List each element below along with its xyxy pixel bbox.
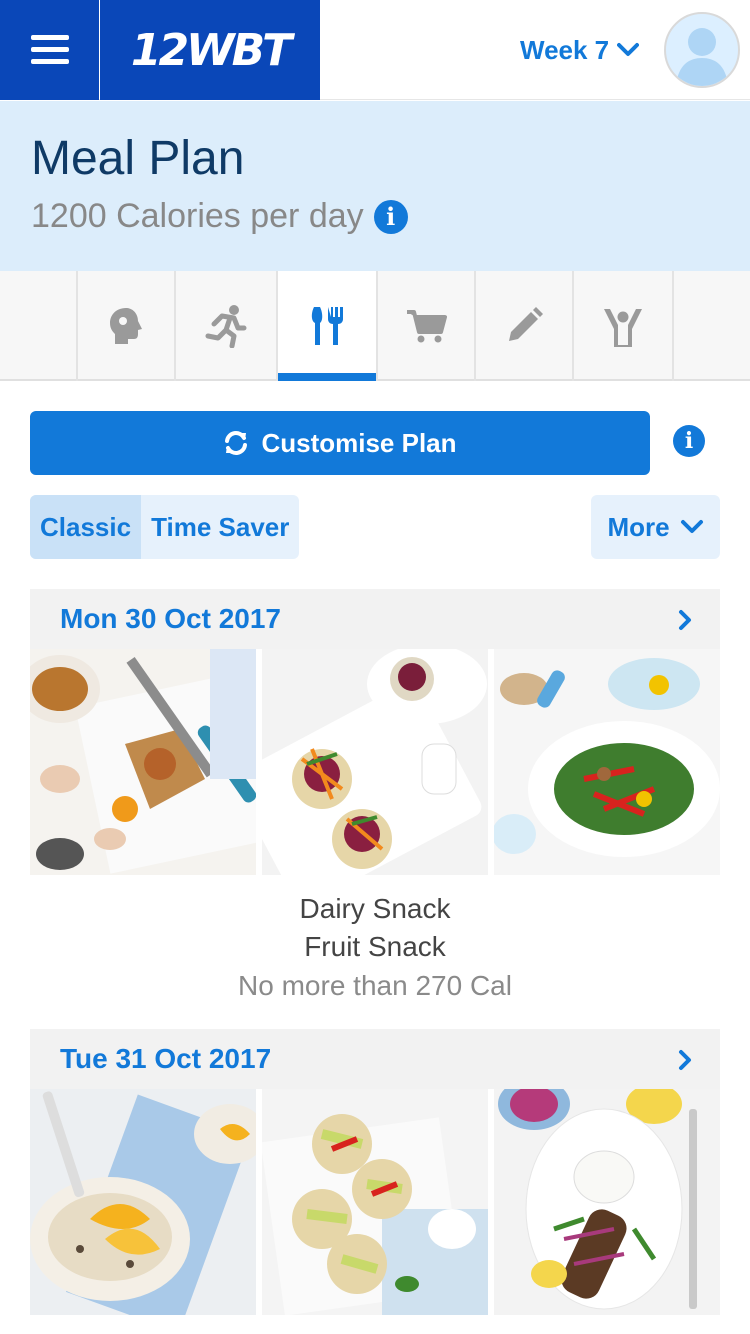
chevron-down-icon (680, 520, 703, 533)
snack-item: Fruit Snack (304, 931, 446, 962)
more-dropdown-button[interactable]: More (591, 495, 720, 559)
week-label: Week 7 (520, 34, 610, 65)
time-saver-option[interactable]: Time Saver (141, 495, 299, 559)
week-selector[interactable]: Week 7 (520, 30, 640, 70)
snack-item: Dairy Snack (299, 893, 451, 924)
meal-images-tue (30, 1089, 720, 1315)
meal-image-kofta-plate[interactable] (494, 1089, 720, 1315)
chevron-right-icon (679, 1050, 691, 1070)
chevron-right-icon (679, 610, 691, 630)
tab-meal-plan[interactable] (276, 271, 376, 381)
calorie-subtitle-text: 1200 Calories per day (31, 197, 364, 235)
logo: 12WBT (130, 24, 292, 76)
trophy-person-icon (604, 309, 642, 347)
cart-icon (407, 310, 447, 343)
avatar[interactable] (664, 12, 740, 88)
customise-info-icon[interactable]: i (673, 425, 705, 457)
calorie-limit-note: No more than 270 Cal (238, 970, 512, 1001)
customise-plan-button[interactable]: Customise Plan (30, 411, 650, 475)
fork-knife-icon (311, 307, 343, 345)
logo-link[interactable]: 12WBT (100, 0, 320, 100)
day-date: Tue 31 Oct 2017 (60, 1043, 272, 1074)
section-tabs (0, 271, 750, 381)
meal-image-muesli-mango[interactable] (30, 1089, 256, 1315)
pencil-icon (509, 307, 543, 341)
brain-icon (110, 308, 142, 344)
meal-images-mon (30, 649, 720, 875)
tab-exercise[interactable] (174, 271, 276, 381)
refresh-icon (225, 431, 248, 455)
classic-option[interactable]: Classic (30, 495, 142, 559)
hamburger-icon (30, 35, 69, 64)
customise-plan-label: Customise Plan (261, 427, 457, 458)
meal-image-beans-on-toast[interactable] (30, 649, 256, 875)
user-silhouette-icon (676, 28, 728, 86)
top-bar: 12WBT Week 7 (0, 0, 750, 100)
calorie-subtitle: 1200 Calories per day i (31, 197, 408, 236)
more-label: More (607, 511, 670, 542)
chevron-down-icon (617, 43, 640, 56)
day-header-mon[interactable]: Mon 30 Oct 2017 (30, 589, 720, 649)
menu-button[interactable] (0, 0, 99, 100)
info-icon[interactable]: i (373, 199, 408, 234)
page-title: Meal Plan (31, 132, 245, 185)
page-header: Meal Plan 1200 Calories per day i (0, 101, 750, 271)
day-date: Mon 30 Oct 2017 (60, 603, 281, 634)
meal-image-tuna-crackers[interactable] (262, 1089, 488, 1315)
tab-shopping[interactable] (376, 271, 474, 381)
day-header-tue[interactable]: Tue 31 Oct 2017 (30, 1029, 720, 1089)
running-icon (205, 305, 247, 348)
meal-image-chicken-salad[interactable] (494, 649, 720, 875)
tab-mindset[interactable] (76, 271, 174, 381)
tab-journal[interactable] (474, 271, 572, 381)
tab-progress[interactable] (572, 271, 674, 381)
meal-image-beetroot-crackers[interactable] (262, 649, 488, 875)
plan-type-toggle: Classic Time Saver (30, 495, 300, 559)
